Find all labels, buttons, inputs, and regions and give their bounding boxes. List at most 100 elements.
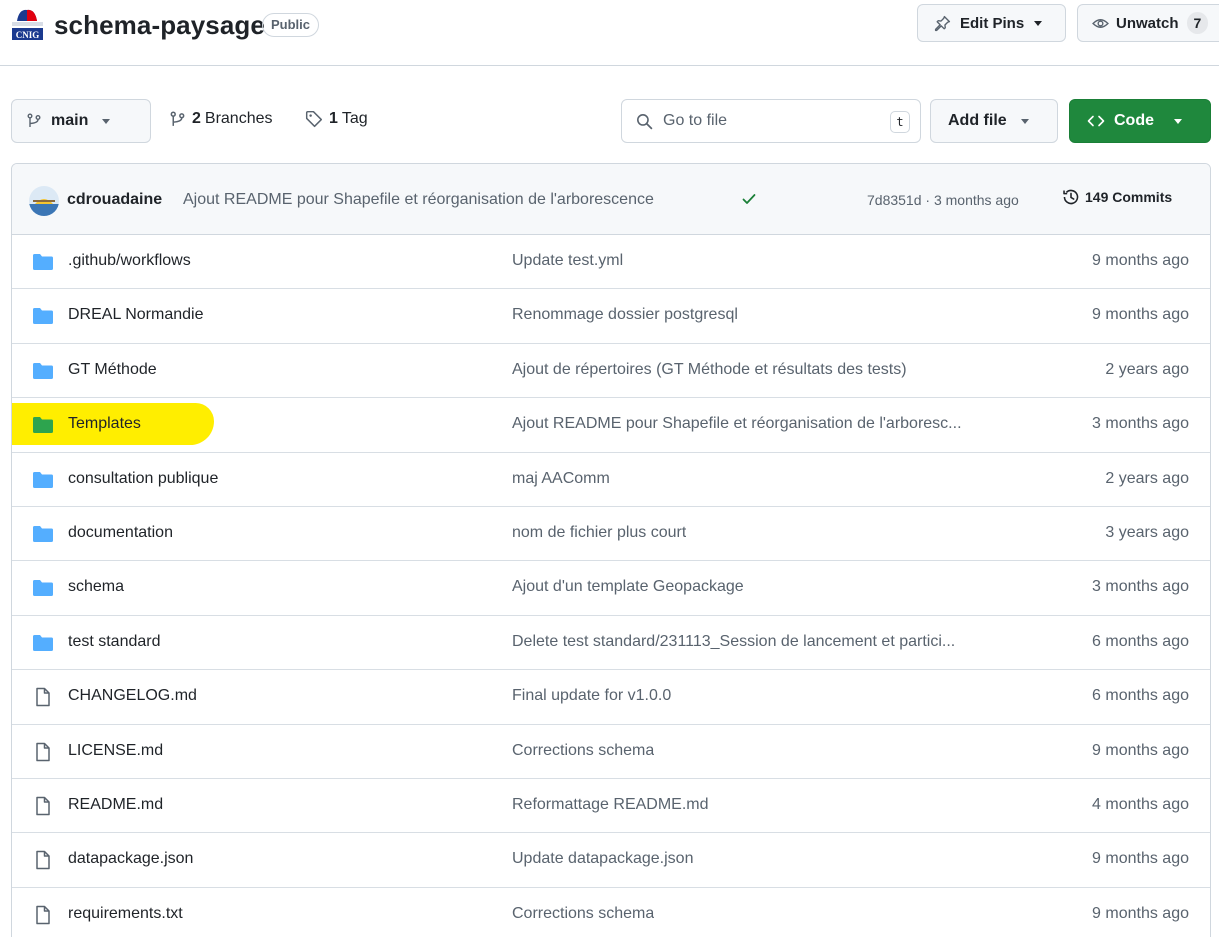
- file-name-link[interactable]: consultation publique: [68, 470, 218, 488]
- file-row[interactable]: consultation publique maj AAComm 2 years a…: [12, 453, 1210, 507]
- file-list: .github/workflows Update test.yml 9 months…: [12, 235, 1210, 937]
- file-row[interactable]: README.md Reformattage README.md 4 months …: [12, 779, 1210, 834]
- branches-link[interactable]: 2 Branches: [169, 110, 273, 128]
- file-row[interactable]: test standard Delete test standard/231113…: [12, 616, 1210, 671]
- cnig-logo[interactable]: CNIG: [9, 7, 46, 41]
- file-commit-message-link[interactable]: maj AAComm: [512, 470, 610, 488]
- file-name-link[interactable]: documentation: [68, 524, 173, 542]
- file-name-link[interactable]: DREAL Normandie: [68, 306, 203, 324]
- go-to-file-search[interactable]: Go to file t: [621, 99, 921, 143]
- watch-counter: 7: [1186, 12, 1209, 34]
- code-label: Code: [1114, 112, 1154, 129]
- file-last-updated: 4 months ago: [1092, 795, 1189, 813]
- file-last-updated: 3 years ago: [1105, 523, 1189, 541]
- file-last-updated: 2 years ago: [1105, 360, 1189, 378]
- file-last-updated: 3 months ago: [1092, 415, 1189, 433]
- branches-count: 2: [192, 110, 201, 127]
- file-last-updated: 9 months ago: [1092, 252, 1189, 269]
- file-name-link[interactable]: CHANGELOG.md: [68, 687, 197, 705]
- file-row[interactable]: schema Ajout d'un template Geopackage 3 mo…: [12, 561, 1210, 616]
- file-last-updated: 2 years ago: [1105, 469, 1189, 487]
- file-name-link[interactable]: test standard: [68, 633, 161, 651]
- file-name-link[interactable]: LICENSE.md: [68, 742, 163, 760]
- commits-count: 149 Commits: [1085, 189, 1173, 205]
- branch-icon: [26, 113, 42, 129]
- file-row[interactable]: LICENSE.md Corrections schema 9 months ago: [12, 725, 1210, 779]
- folder-icon: [32, 252, 54, 272]
- add-file-button[interactable]: Add file: [930, 99, 1058, 143]
- file-icon: [32, 687, 54, 707]
- branch-selector[interactable]: main: [11, 99, 151, 143]
- file-name-link[interactable]: GT Méthode: [68, 361, 157, 379]
- chevron-down-icon: [1034, 20, 1043, 26]
- tags-link[interactable]: 1 Tag: [305, 110, 368, 128]
- file-commit-message-link[interactable]: Corrections schema: [512, 742, 654, 760]
- add-file-label: Add file: [948, 112, 1007, 129]
- unwatch-label: Unwatch: [1116, 14, 1179, 32]
- file-row[interactable]: documentation nom de fichier plus court 3 …: [12, 507, 1210, 562]
- file-commit-message-link[interactable]: Corrections schema: [512, 905, 654, 923]
- branches-label: Branches: [204, 110, 273, 127]
- file-commit-message-link[interactable]: Update test.yml: [512, 252, 623, 270]
- file-icon: [32, 905, 54, 925]
- folder-icon: [32, 361, 54, 381]
- file-row[interactable]: GT Méthode Ajout de répertoires (GT Métho…: [12, 344, 1210, 399]
- commit-author[interactable]: cdrouadaine: [67, 191, 162, 209]
- code-icon: [1087, 113, 1105, 129]
- search-shortcut-key: t: [890, 111, 910, 133]
- eye-icon: [1092, 15, 1109, 32]
- file-commit-message-link[interactable]: Renommage dossier postgresql: [512, 306, 738, 324]
- file-name-link[interactable]: README.md: [68, 796, 163, 814]
- file-icon: [32, 742, 54, 762]
- file-last-updated: 9 months ago: [1092, 306, 1189, 324]
- file-commit-message-link[interactable]: nom de fichier plus court: [512, 524, 686, 542]
- tags-label: Tag: [341, 110, 368, 127]
- file-last-updated: 3 months ago: [1092, 578, 1189, 596]
- file-row[interactable]: datapackage.json Update datapackage.json 9…: [12, 833, 1210, 888]
- history-icon: [1062, 188, 1085, 206]
- pin-icon: [934, 15, 951, 32]
- commit-sha-time[interactable]: 7d8351d · 3 months ago: [867, 192, 1019, 208]
- folder-icon: [32, 415, 54, 435]
- folder-icon: [32, 470, 54, 490]
- file-table: cdrouadaine Ajout README pour Shapefile …: [11, 163, 1211, 937]
- commits-link[interactable]: 149 Commits: [1062, 188, 1172, 206]
- search-placeholder: Go to file: [663, 112, 728, 129]
- file-commit-message-link[interactable]: Ajout de répertoires (GT Méthode et résu…: [512, 361, 907, 379]
- code-button[interactable]: Code: [1069, 99, 1211, 143]
- file-commit-message-link[interactable]: Reformattage README.md: [512, 796, 709, 814]
- check-icon[interactable]: [741, 191, 757, 207]
- file-last-updated: 6 months ago: [1092, 687, 1189, 705]
- search-icon: [636, 113, 653, 130]
- file-name-link[interactable]: requirements.txt: [68, 905, 183, 923]
- commit-message[interactable]: Ajout README pour Shapefile et réorganis…: [183, 191, 654, 209]
- folder-icon: [32, 578, 54, 598]
- avatar[interactable]: [29, 186, 59, 216]
- file-commit-message-link[interactable]: Final update for v1.0.0: [512, 687, 671, 705]
- file-commit-message-link[interactable]: Update datapackage.json: [512, 850, 693, 868]
- tags-count: 1: [329, 110, 338, 127]
- file-name-link[interactable]: Templates: [68, 415, 141, 433]
- repo-name[interactable]: schema-paysage: [54, 8, 265, 42]
- visibility-badge: Public: [262, 13, 320, 37]
- chevron-down-icon: [1020, 118, 1029, 124]
- unwatch-button[interactable]: Unwatch 7: [1077, 4, 1219, 42]
- file-row[interactable]: DREAL Normandie Renommage dossier postgre…: [12, 289, 1210, 344]
- file-commit-message-link[interactable]: Ajout README pour Shapefile et réorganis…: [512, 415, 962, 433]
- file-name-link[interactable]: datapackage.json: [68, 850, 193, 868]
- file-name-link[interactable]: .github/workflows: [68, 252, 191, 270]
- file-commit-message-link[interactable]: Ajout d'un template Geopackage: [512, 578, 744, 596]
- repo-header: CNIG schema-paysage Public Edit Pins Unw…: [0, 0, 1219, 66]
- file-commit-message-link[interactable]: Delete test standard/231113_Session de l…: [512, 633, 955, 651]
- file-row[interactable]: CHANGELOG.md Final update for v1.0.0 6 mon…: [12, 670, 1210, 725]
- edit-pins-button[interactable]: Edit Pins: [917, 4, 1066, 42]
- file-last-updated: 9 months ago: [1092, 741, 1189, 759]
- file-row[interactable]: .github/workflows Update test.yml 9 months…: [12, 235, 1210, 290]
- folder-icon: [32, 633, 54, 653]
- folder-icon: [32, 306, 54, 326]
- svg-text:CNIG: CNIG: [16, 30, 40, 40]
- file-name-link[interactable]: schema: [68, 578, 124, 596]
- file-last-updated: 9 months ago: [1092, 850, 1189, 868]
- file-row[interactable]: Templates Ajout README pour Shapefile et …: [12, 398, 1210, 453]
- file-row[interactable]: requirements.txt Corrections schema 9 mont…: [12, 888, 1210, 937]
